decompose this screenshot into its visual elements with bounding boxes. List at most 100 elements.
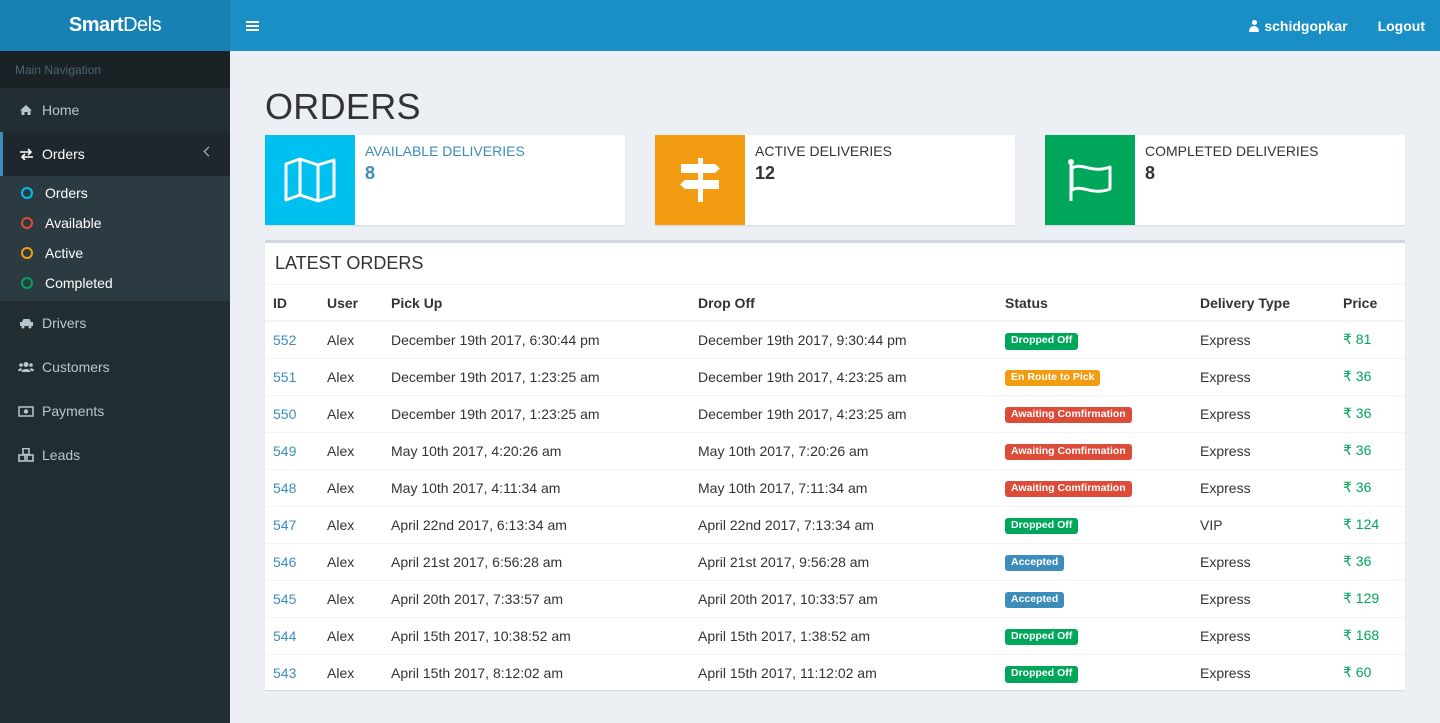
order-id-link[interactable]: 550	[273, 406, 296, 422]
sidebar-item-drivers[interactable]: Drivers	[0, 301, 230, 345]
order-id-link[interactable]: 543	[273, 665, 296, 681]
status-badge: Dropped Off	[1005, 517, 1079, 535]
delivery-type-cell: VIP	[1192, 505, 1335, 543]
user-menu-button[interactable]: schidgopkar	[1234, 0, 1362, 51]
delivery-type-cell: Express	[1192, 616, 1335, 654]
column-header-pickup: Pick Up	[383, 285, 690, 322]
sidebar-item-label: Payments	[42, 403, 105, 419]
cubes-icon	[18, 448, 34, 462]
submenu-item-orders[interactable]: Orders	[0, 178, 230, 208]
logout-button[interactable]: Logout	[1363, 0, 1440, 51]
page-title: ORDERS	[265, 86, 421, 127]
pickup-cell: May 10th 2017, 4:20:26 am	[383, 431, 690, 469]
delivery-type-cell: Express	[1192, 579, 1335, 617]
status-cell: Awaiting Comfirmation	[997, 431, 1192, 469]
submenu-item-completed[interactable]: Completed	[0, 268, 230, 298]
sidebar-item-home[interactable]: Home	[0, 88, 230, 132]
dropoff-cell: December 19th 2017, 4:23:25 am	[690, 394, 997, 432]
price-cell: ₹ 168	[1335, 616, 1405, 654]
status-badge: Awaiting Comfirmation	[1005, 443, 1132, 461]
info-box-active: ACTIVE DELIVERIES 12	[655, 135, 1015, 225]
delivery-type-cell: Express	[1192, 357, 1335, 395]
status-badge: Awaiting Comfirmation	[1005, 480, 1132, 498]
user-icon	[1249, 19, 1260, 32]
status-cell: Dropped Off	[997, 320, 1192, 358]
dropoff-cell: December 19th 2017, 4:23:25 am	[690, 357, 997, 395]
sidebar-item-label: Orders	[42, 146, 85, 162]
table-row: 550 Alex December 19th 2017, 1:23:25 am Dec…	[265, 394, 1405, 432]
pickup-cell: December 19th 2017, 1:23:25 am	[383, 394, 690, 432]
order-id-cell: 552	[265, 320, 319, 358]
orders-submenu: Orders Available Active Completed	[0, 176, 230, 301]
dropoff-cell: May 10th 2017, 7:11:34 am	[690, 468, 997, 506]
info-box-value: 8	[365, 163, 376, 183]
circle-icon	[21, 187, 33, 199]
order-id-link[interactable]: 547	[273, 517, 296, 533]
order-id-cell: 544	[265, 616, 319, 654]
submenu-item-label: Orders	[45, 185, 88, 201]
status-badge: Accepted	[1005, 591, 1065, 609]
sidebar-toggle-button[interactable]	[230, 0, 274, 51]
order-id-cell: 549	[265, 431, 319, 469]
order-id-cell: 548	[265, 468, 319, 506]
sidebar-nav-header: Main Navigation	[0, 51, 230, 88]
order-id-link[interactable]: 548	[273, 480, 296, 496]
submenu-item-available[interactable]: Available	[0, 208, 230, 238]
map-icon	[265, 135, 355, 225]
status-badge: Dropped Off	[1005, 332, 1079, 350]
table-row: 544 Alex April 15th 2017, 10:38:52 am April…	[265, 616, 1405, 654]
status-cell: En Route to Pick	[997, 357, 1192, 395]
home-icon	[18, 103, 34, 117]
delivery-type-cell: Express	[1192, 653, 1335, 691]
submenu-item-active[interactable]: Active	[0, 238, 230, 268]
table-header-row: ID User Pick Up Drop Off Status Delivery…	[265, 285, 1405, 322]
exchange-icon	[18, 147, 34, 161]
sidebar-item-payments[interactable]: Payments	[0, 389, 230, 433]
status-cell: Dropped Off	[997, 616, 1192, 654]
delivery-type-cell: Express	[1192, 468, 1335, 506]
delivery-type-cell: Express	[1192, 431, 1335, 469]
order-id-link[interactable]: 549	[273, 443, 296, 459]
order-id-cell: 546	[265, 542, 319, 580]
column-header-id: ID	[265, 285, 319, 322]
user-cell: Alex	[319, 542, 383, 580]
info-box-label: AVAILABLE DELIVERIES	[365, 143, 525, 159]
info-box-available: AVAILABLE DELIVERIES 8	[265, 135, 625, 225]
table-row: 551 Alex December 19th 2017, 1:23:25 am Dec…	[265, 357, 1405, 395]
pickup-cell: December 19th 2017, 1:23:25 am	[383, 357, 690, 395]
user-cell: Alex	[319, 357, 383, 395]
pickup-cell: April 21st 2017, 6:56:28 am	[383, 542, 690, 580]
hamburger-icon	[245, 20, 259, 31]
order-id-link[interactable]: 552	[273, 332, 296, 348]
column-header-dropoff: Drop Off	[690, 285, 997, 322]
status-cell: Accepted	[997, 542, 1192, 580]
sidebar-item-orders[interactable]: Orders	[0, 132, 230, 176]
user-cell: Alex	[319, 431, 383, 469]
order-id-link[interactable]: 551	[273, 369, 296, 385]
dropoff-cell: December 19th 2017, 9:30:44 pm	[690, 320, 997, 358]
order-id-link[interactable]: 545	[273, 591, 296, 607]
column-header-user: User	[319, 285, 383, 322]
column-header-delivery-type: Delivery Type	[1192, 285, 1335, 322]
table-row: 548 Alex May 10th 2017, 4:11:34 am May 10th…	[265, 468, 1405, 506]
sidebar-item-leads[interactable]: Leads	[0, 433, 230, 477]
app-logo[interactable]: Smart Dels	[0, 0, 230, 51]
sidebar-item-customers[interactable]: Customers	[0, 345, 230, 389]
table-row: 546 Alex April 21st 2017, 6:56:28 am April …	[265, 542, 1405, 580]
order-id-link[interactable]: 546	[273, 554, 296, 570]
orders-table: ID User Pick Up Drop Off Status Delivery…	[265, 285, 1405, 691]
info-box-label: ACTIVE DELIVERIES	[755, 143, 892, 159]
order-id-cell: 551	[265, 357, 319, 395]
table-row: 545 Alex April 20th 2017, 7:33:57 am April …	[265, 579, 1405, 617]
order-id-link[interactable]: 544	[273, 628, 296, 644]
header-user-menu: schidgopkar Logout	[1234, 0, 1440, 51]
price-cell: ₹ 124	[1335, 505, 1405, 543]
price-cell: ₹ 129	[1335, 579, 1405, 617]
info-box-value: 8	[1145, 163, 1156, 183]
dropoff-cell: April 20th 2017, 10:33:57 am	[690, 579, 997, 617]
latest-orders-box: LATEST ORDERS ID User Pick Up Drop Off S…	[265, 240, 1405, 691]
price-cell: ₹ 36	[1335, 468, 1405, 506]
circle-icon	[21, 217, 33, 229]
dropoff-cell: April 15th 2017, 11:12:02 am	[690, 653, 997, 691]
pickup-cell: April 22nd 2017, 6:13:34 am	[383, 505, 690, 543]
